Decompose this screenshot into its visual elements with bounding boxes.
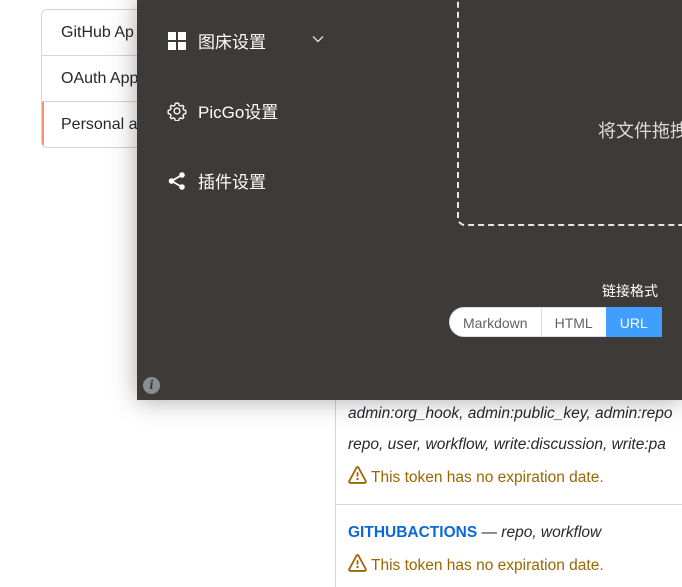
link-format-radio-group: Markdown HTML URL: [449, 307, 662, 337]
token-scopes: repo, workflow: [501, 524, 602, 541]
link-format-label: 链接格式: [602, 283, 658, 299]
expiration-warning: This token has no expiration date.: [348, 554, 604, 578]
menu-item-picbed-settings[interactable]: 图床设置: [167, 28, 266, 53]
chevron-down-icon[interactable]: [311, 32, 325, 46]
upload-dropzone[interactable]: [457, 0, 682, 226]
format-option-html[interactable]: HTML: [540, 307, 607, 337]
token-name-link[interactable]: GITHUBACTIONS: [348, 524, 477, 541]
menu-item-label: 图床设置: [198, 33, 266, 52]
screen: GitHub Ap OAuth App Personal a admin:org…: [0, 0, 682, 587]
warning-text: This token has no expiration date.: [371, 557, 604, 574]
menu-item-label: PicGo设置: [198, 103, 279, 122]
token-list: admin:org_hook, admin:public_key, admin:…: [335, 400, 682, 587]
menu-item-label: 插件设置: [198, 173, 266, 192]
picgo-window: 图床设置 PicGo设置 插件设置 将文件拖拽 链接格式 Markdown HT…: [137, 0, 682, 400]
token-scopes-line: repo, user, workflow, write:discussion, …: [348, 436, 666, 453]
warning-text: This token has no expiration date.: [371, 469, 604, 486]
alert-icon: [348, 554, 367, 578]
menu-item-plugin-settings[interactable]: 插件设置: [167, 168, 266, 193]
token-dash: —: [477, 524, 502, 541]
gear-icon: [167, 101, 187, 121]
alert-icon: [348, 466, 367, 490]
token-row: GITHUBACTIONS — repo, workflow: [348, 524, 601, 542]
share-icon: [167, 171, 187, 191]
expiration-warning: This token has no expiration date.: [348, 466, 604, 490]
divider: [336, 504, 682, 505]
dropzone-text: 将文件拖拽: [598, 121, 682, 141]
format-option-markdown[interactable]: Markdown: [449, 307, 542, 337]
menu-item-picgo-settings[interactable]: PicGo设置: [167, 98, 278, 123]
info-icon[interactable]: i: [143, 377, 160, 394]
format-option-url[interactable]: URL: [605, 307, 662, 337]
token-scopes-line: admin:org_hook, admin:public_key, admin:…: [348, 405, 673, 422]
grid-icon: [167, 31, 187, 51]
